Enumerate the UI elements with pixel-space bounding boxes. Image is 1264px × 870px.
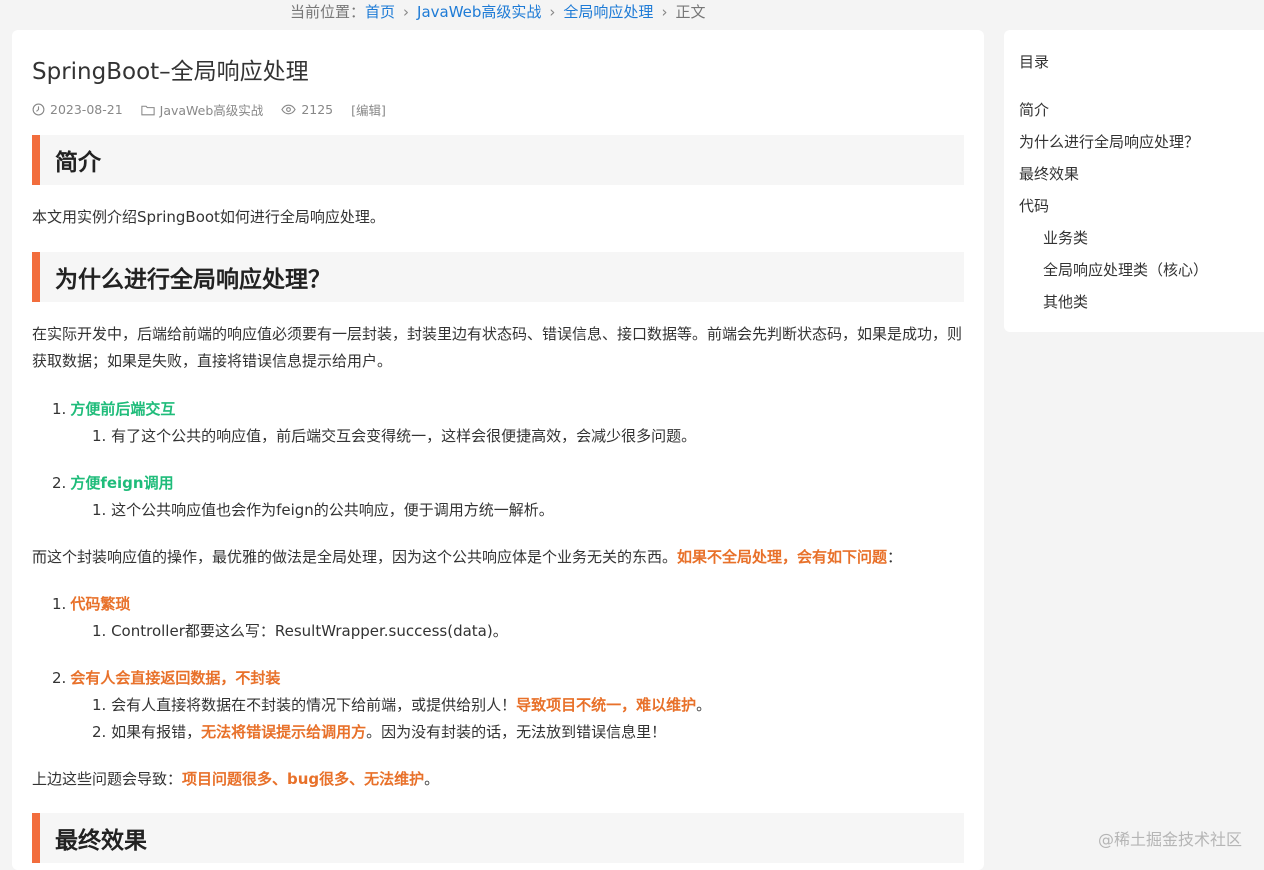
- result-emphasis: 项目问题很多、bug很多、无法维护: [182, 770, 425, 788]
- breadcrumb-current: 正文: [675, 3, 706, 21]
- heading-why: 为什么进行全局响应处理？: [32, 252, 964, 302]
- benefit-title-1: 方便前后端交互: [70, 400, 176, 418]
- global-paragraph: 而这个封装响应值的操作，最优雅的做法是全局处理，因为这个公共响应体是个业务无关的…: [32, 548, 903, 566]
- edit-link[interactable]: [编辑]: [351, 100, 386, 119]
- toc-title: 目录: [1019, 53, 1050, 71]
- meta-category[interactable]: JavaWeb高级实战: [141, 100, 264, 119]
- problem-title-2: 会有人会直接返回数据，不封装: [70, 669, 281, 687]
- heading-intro: 简介: [32, 135, 964, 185]
- folder-icon: [141, 105, 155, 115]
- article-meta: 2023-08-21 JavaWeb高级实战 2125 [编辑]: [32, 100, 386, 119]
- chevron-right-icon: ›: [403, 3, 410, 21]
- problem-sub-2-2: 2. 如果有报错，无法将错误提示给调用方。因为没有封装的话，无法放到错误信息里！: [92, 723, 667, 741]
- toc-subitem-core[interactable]: 全局响应处理类（核心）: [1043, 259, 1208, 280]
- toc-subitem-other[interactable]: 其他类: [1043, 291, 1088, 312]
- result-paragraph: 上边这些问题会导致：项目问题很多、bug很多、无法维护。: [32, 770, 440, 788]
- benefit-item-2: 2. 方便feign调用: [52, 474, 174, 492]
- breadcrumb-home-link[interactable]: 首页: [365, 3, 395, 21]
- watermark: @稀土掘金技术社区: [1098, 830, 1243, 849]
- breadcrumb: 当前位置：首页 › JavaWeb高级实战 › 全局响应处理 › 正文: [290, 1, 705, 22]
- chevron-right-icon: ›: [661, 3, 668, 21]
- problem-item-1: 1. 代码繁琐: [52, 595, 131, 613]
- heading-final: 最终效果: [32, 813, 964, 863]
- article-card: SpringBoot–全局响应处理 2023-08-21 JavaWeb高级实战…: [12, 30, 984, 870]
- meta-category-text: JavaWeb高级实战: [159, 103, 264, 118]
- meta-views-count: 2125: [301, 102, 334, 117]
- benefit-sub-1: 1. 有了这个公共的响应值，前后端交互会变得统一，这样会很便捷高效，会减少很多问…: [92, 427, 697, 445]
- chevron-right-icon: ›: [549, 3, 556, 21]
- toc-item-why[interactable]: 为什么进行全局响应处理？: [1019, 131, 1199, 152]
- breadcrumb-prefix: 当前位置：: [290, 3, 366, 21]
- toc-item-code[interactable]: 代码: [1019, 195, 1049, 216]
- toc-subitem-business[interactable]: 业务类: [1043, 227, 1088, 248]
- benefit-title-2: 方便feign调用: [70, 474, 174, 492]
- meta-views: 2125: [281, 102, 333, 117]
- problem-title-1: 代码繁琐: [70, 595, 131, 613]
- benefit-sub-2: 1. 这个公共响应值也会作为feign的公共响应，便于调用方统一解析。: [92, 501, 554, 519]
- toc-item-final[interactable]: 最终效果: [1019, 163, 1079, 184]
- article-title: SpringBoot–全局响应处理: [32, 59, 309, 85]
- why-paragraph: 在实际开发中，后端给前端的响应值必须要有一层封装，封装里边有状态码、错误信息、接…: [32, 325, 963, 370]
- problem-item-2: 2. 会有人会直接返回数据，不封装: [52, 669, 281, 687]
- global-emphasis: 如果不全局处理，会有如下问题: [677, 548, 888, 566]
- meta-date-text: 2023-08-21: [50, 102, 123, 117]
- clock-icon: [32, 103, 45, 116]
- breadcrumb-subcategory-link[interactable]: 全局响应处理: [563, 3, 653, 21]
- intro-paragraph: 本文用实例介绍SpringBoot如何进行全局响应处理。: [32, 208, 385, 226]
- meta-date: 2023-08-21: [32, 102, 123, 117]
- breadcrumb-category-link[interactable]: JavaWeb高级实战: [417, 3, 541, 21]
- problem-sub-1: 1. Controller都要这么写：ResultWrapper.success…: [92, 622, 508, 640]
- table-of-contents: 目录 简介 为什么进行全局响应处理？ 最终效果 代码 业务类 全局响应处理类（核…: [1004, 30, 1264, 332]
- benefit-item-1: 1. 方便前后端交互: [52, 400, 176, 418]
- problem-sub-2-1: 1. 会有人直接将数据在不封装的情况下给前端，或提供给别人！导致项目不统一，难以…: [92, 696, 712, 714]
- toc-item-intro[interactable]: 简介: [1019, 99, 1049, 120]
- eye-icon: [281, 104, 297, 115]
